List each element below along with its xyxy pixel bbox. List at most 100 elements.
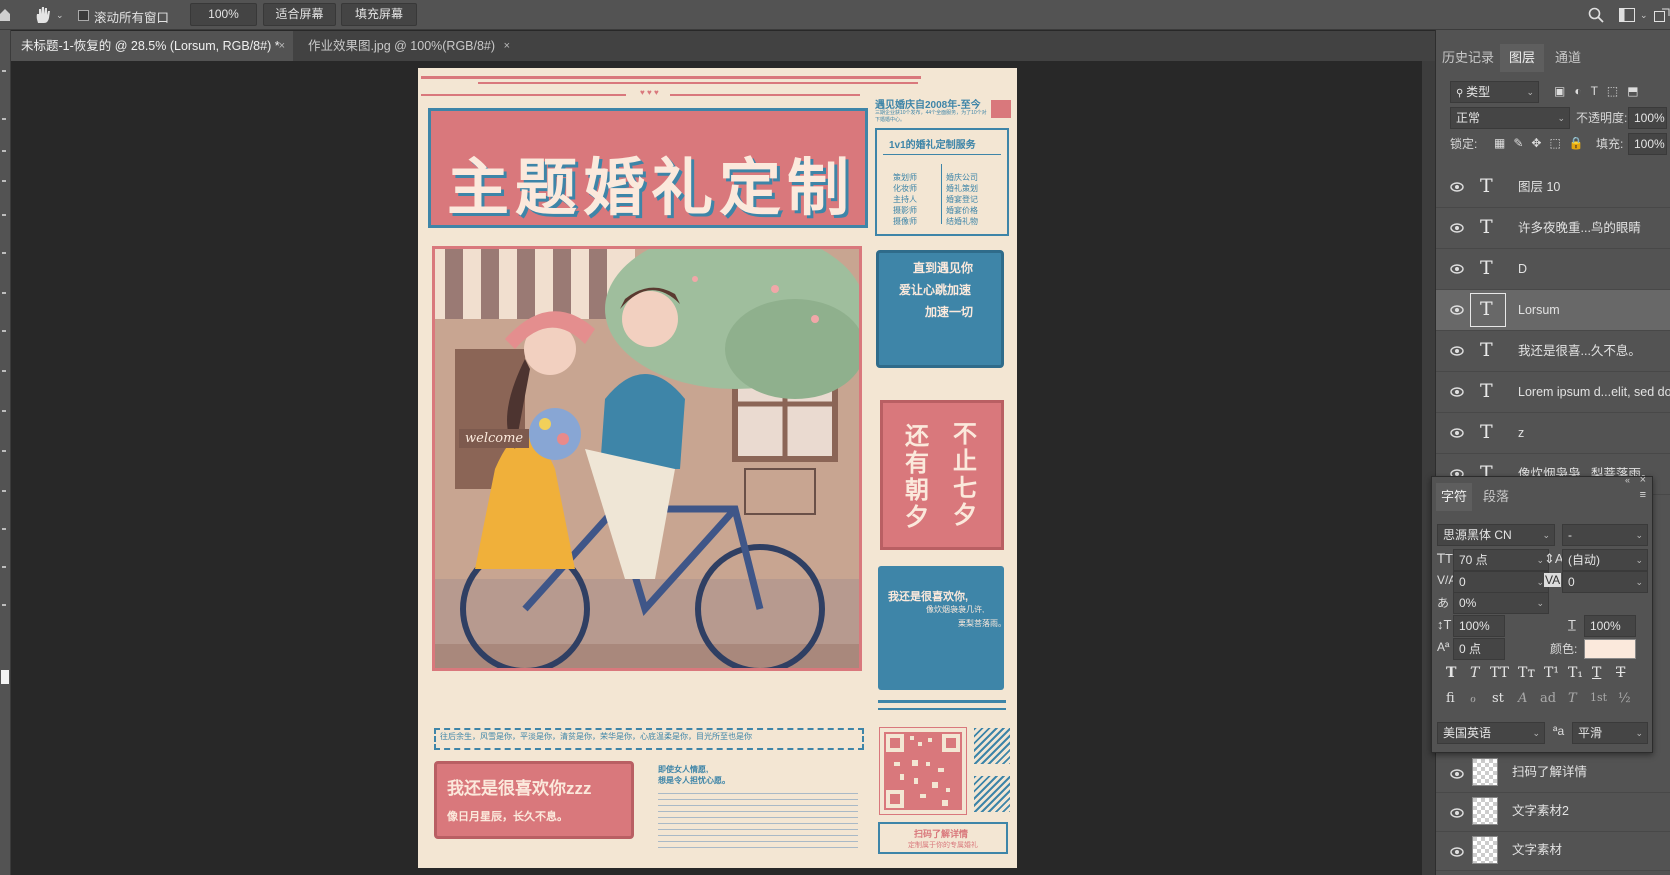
smart-object-thumb <box>1472 758 1498 786</box>
fit-screen-button[interactable]: 适合屏幕 <box>263 3 336 26</box>
eye-icon[interactable] <box>1450 427 1464 439</box>
layer-row-selected[interactable]: T Lorsum <box>1436 290 1670 331</box>
tab-result-jpg[interactable]: 作业效果图.jpg @ 100%(RGB/8#) × <box>298 31 518 61</box>
subscript-button[interactable]: T₁ <box>1568 665 1583 681</box>
eye-icon[interactable] <box>1450 181 1464 193</box>
eye-icon[interactable] <box>1450 263 1464 275</box>
old-style-button[interactable]: ℴ <box>1470 691 1476 706</box>
layer-row[interactable]: 扫码了解详情 <box>1436 754 1670 793</box>
chevron-down-icon[interactable]: ⌄ <box>56 10 64 21</box>
titling-alternates-button[interactable]: T <box>1568 691 1577 706</box>
layer-row[interactable]: T 图层 10 <box>1436 167 1670 208</box>
eye-icon[interactable] <box>1450 807 1464 819</box>
small-caps-button[interactable]: Tт <box>1518 665 1535 681</box>
ordinals-button[interactable]: 1st <box>1590 691 1607 704</box>
foreground-color-swatch[interactable] <box>1 670 9 684</box>
close-icon[interactable]: × <box>279 31 285 61</box>
faux-bold-button[interactable]: T <box>1446 665 1456 681</box>
poster-document[interactable]: ♥ ♥ ♥ 主题婚礼定制 遇见婚庆自2008年-至今 三期企业获10个发布，44… <box>418 68 1017 868</box>
superscript-button[interactable]: T¹ <box>1544 665 1559 681</box>
strikethrough-button[interactable]: T <box>1616 665 1625 681</box>
note-sub: 栗梨菩落雨。 <box>958 619 1006 628</box>
layer-row[interactable]: 文字素材 <box>1436 832 1670 871</box>
tsume-input[interactable]: 0% ⌄ <box>1453 592 1549 614</box>
tool-divider <box>2 214 6 216</box>
all-caps-button[interactable]: TT <box>1490 665 1509 681</box>
search-icon[interactable] <box>1588 7 1604 23</box>
underline-button[interactable]: T <box>1592 665 1601 681</box>
share-icon[interactable] <box>1654 8 1670 22</box>
font-style-value: - <box>1568 528 1572 542</box>
layer-name: 图层 10 <box>1518 180 1561 194</box>
faux-italic-button[interactable]: T <box>1470 665 1479 681</box>
zoom-100-button[interactable]: 100% <box>190 3 257 26</box>
filter-icons[interactable]: ▣◐T⬚⬒ <box>1554 84 1648 98</box>
lock-icons[interactable]: ▦✎✥⬚🔒 <box>1494 136 1592 150</box>
eye-icon[interactable] <box>1450 304 1464 316</box>
chevron-down-icon: ⌄ <box>1536 555 1544 565</box>
title-banner: 主题婚礼定制 <box>428 108 868 228</box>
collapse-icon[interactable]: « <box>1625 475 1630 485</box>
text-layer-icon: T <box>1480 421 1493 443</box>
tsume-icon: あ <box>1437 596 1450 610</box>
swash-button[interactable]: A <box>1518 691 1527 706</box>
horizontal-scale-input[interactable]: 100% <box>1584 615 1636 637</box>
eye-icon[interactable] <box>1450 386 1464 398</box>
vertical-text-right: 不止七夕 <box>953 421 977 529</box>
layer-row[interactable]: T 许多夜晚重...鸟的眼睛 <box>1436 208 1670 249</box>
text-color-swatch[interactable] <box>1584 639 1636 659</box>
fractions-button[interactable]: ½ <box>1618 691 1631 706</box>
eye-icon[interactable] <box>1450 846 1464 858</box>
antialias-select[interactable]: 平滑 ⌄ <box>1572 722 1648 744</box>
opacity-input[interactable]: 100% <box>1628 107 1667 129</box>
panel-menu-icon[interactable]: ≡ <box>1640 489 1646 501</box>
close-icon[interactable]: × <box>1640 474 1646 486</box>
tracking-input[interactable]: 0 ⌄ <box>1562 571 1648 593</box>
type-style-row: T T TT Tт T¹ T₁ T T <box>1446 665 1646 685</box>
eye-icon[interactable] <box>1450 768 1464 780</box>
qr-code[interactable] <box>879 727 967 815</box>
tab-channels[interactable]: 通道 <box>1544 44 1592 72</box>
font-family-select[interactable]: 思源黑体 CN ⌄ <box>1437 524 1555 546</box>
tool-divider <box>2 330 6 332</box>
home-icon[interactable] <box>0 7 10 21</box>
tab-character[interactable]: 字符 <box>1436 483 1472 511</box>
hand-tool-icon[interactable] <box>33 5 53 25</box>
layer-filter-select[interactable]: ⚲ 类型 ⌄ <box>1450 81 1539 103</box>
tool-divider <box>2 450 6 452</box>
fill-input[interactable]: 100% <box>1628 133 1667 155</box>
tab-paragraph[interactable]: 段落 <box>1476 483 1516 511</box>
layer-row[interactable]: T z <box>1436 413 1670 454</box>
blend-mode-select[interactable]: 正常 ⌄ <box>1450 107 1570 129</box>
scroll-all-label: 滚动所有窗口 <box>94 11 170 25</box>
leading-input[interactable]: (自动) ⌄ <box>1562 549 1648 571</box>
chevron-down-icon[interactable]: ⌄ <box>1640 10 1648 21</box>
discretionary-ligatures-button[interactable]: st <box>1492 691 1504 706</box>
text-layer-icon: T <box>1480 339 1493 361</box>
workspace-icon[interactable] <box>1619 8 1635 22</box>
layer-row[interactable]: T Lorem ipsum d...elit, sed do <box>1436 372 1670 413</box>
font-size-input[interactable]: 70 点 ⌄ <box>1453 549 1549 571</box>
qr-caption-box: 扫码了解详情 定制属于你的专属婚礼 <box>878 822 1008 854</box>
layer-row[interactable]: T 我还是很喜...久不息。 <box>1436 331 1670 372</box>
tab-layers[interactable]: 图层 <box>1500 44 1544 72</box>
note-sub: 像炊烟袅袅几许, <box>926 605 985 614</box>
font-style-select[interactable]: - ⌄ <box>1562 524 1648 546</box>
layer-row[interactable]: T D <box>1436 249 1670 290</box>
kerning-input[interactable]: 0 ⌄ <box>1453 571 1549 593</box>
vertical-scale-input[interactable]: 100% <box>1453 615 1505 637</box>
main-title: 主题婚礼定制 <box>447 151 856 224</box>
scroll-all-checkbox[interactable] <box>78 10 89 21</box>
ligatures-button[interactable]: fi <box>1446 691 1455 706</box>
leading-value: (自动) <box>1568 553 1600 567</box>
eye-icon[interactable] <box>1450 345 1464 357</box>
tab-history[interactable]: 历史记录 <box>1436 44 1500 72</box>
eye-icon[interactable] <box>1450 222 1464 234</box>
layer-row[interactable]: 文字素材2 <box>1436 793 1670 832</box>
baseline-shift-input[interactable]: 0 点 <box>1453 638 1505 660</box>
language-select[interactable]: 美国英语 ⌄ <box>1437 722 1545 744</box>
tab-untitled-1[interactable]: 未标题-1-恢复的 @ 28.5% (Lorsum, RGB/8#) * × <box>11 31 293 61</box>
close-icon[interactable]: × <box>504 31 510 61</box>
fill-screen-button[interactable]: 填充屏幕 <box>341 3 417 26</box>
stylistic-alternates-button[interactable]: ad <box>1540 691 1556 706</box>
